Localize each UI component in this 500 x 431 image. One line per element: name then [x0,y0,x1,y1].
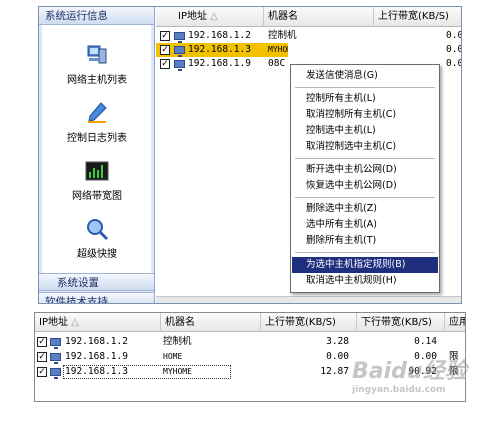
sidebar-item-bandwidth-chart[interactable]: 网络带宽图 [42,159,152,202]
host-manager-window: 系统运行信息 网络主机列表 控制日志列表 网络带宽图 超级快搜 系统设置 软件技… [38,6,462,304]
cell-name: 08C [268,58,286,69]
cell-upload: 12.87 [320,366,349,377]
cell-name: MYHOME [163,367,192,376]
computer-icon [174,60,185,71]
cell-upload: 0.0 [446,30,462,41]
cell-ip: 192.168.1.9 [188,58,251,69]
table-row-selected[interactable]: ✓ 192.168.1.3 MYHOME [156,43,288,57]
menu-separator [295,158,435,159]
sidebar-section-tech-support[interactable]: 软件技术支持 [39,292,154,303]
menu-item-assign-rule[interactable]: 为选中主机指定规则(B) [292,257,438,273]
context-menu: 发送信使消息(G) 控制所有主机(L) 取消控制所有主机(C) 控制选中主机(L… [290,64,440,293]
row-checkbox[interactable]: ✓ [37,337,47,347]
row-checkbox[interactable]: ✓ [160,59,170,69]
cell-name: MYHOME [268,45,288,54]
column-header-ip[interactable]: IP地址 △ [35,313,161,332]
column-header-upload[interactable]: 上行带宽(KB/S) [374,7,461,27]
sidebar-item-label: 控制日志列表 [67,133,127,144]
column-header-upload[interactable]: 上行带宽(KB/S) [261,313,357,332]
menu-item-send-message[interactable]: 发送信使消息(G) [292,68,438,84]
sidebar: 系统运行信息 网络主机列表 控制日志列表 网络带宽图 超级快搜 系统设置 软件技… [39,7,155,303]
sort-arrow-icon: △ [210,11,218,22]
menu-item-cancel-rule[interactable]: 取消选中主机规则(H) [292,273,438,289]
cell-upload: 0.0 [446,58,462,69]
sidebar-item-label: 网络带宽图 [72,191,122,202]
cell-ip: 192.168.1.2 [188,30,251,41]
cell-download: 0.14 [414,336,437,347]
menu-item-disconnect-internet[interactable]: 断开选中主机公网(D) [292,162,438,178]
pen-icon [88,102,107,123]
menu-item-restore-internet[interactable]: 恢复选中主机公网(D) [292,178,438,194]
cell-ip: 192.168.1.9 [65,351,128,362]
cell-ip: 192.168.1.3 [188,44,251,55]
computer-icon [174,32,185,43]
menu-item-uncontrol-all[interactable]: 取消控制所有主机(C) [292,107,438,123]
menu-separator [295,87,435,88]
column-header-download[interactable]: 下行带宽(KB/S) [357,313,445,332]
watermark-title: Baidu经验 [352,359,467,384]
sidebar-nav: 网络主机列表 控制日志列表 网络带宽图 超级快搜 [42,25,151,273]
baidu-watermark: Baidu经验 jingyan.baidu.com [352,360,472,410]
cell-upload: 0.00 [326,351,349,362]
sidebar-item-control-log[interactable]: 控制日志列表 [42,101,152,144]
column-header-name[interactable]: 机器名 [264,7,374,27]
menu-item-uncontrol-selected[interactable]: 取消控制选中主机(C) [292,139,438,155]
column-header-ip[interactable]: IP地址 △ [156,7,264,27]
row-checkbox[interactable]: ✓ [160,31,170,41]
sidebar-item-label: 网络主机列表 [67,75,127,86]
computer-icon [50,338,61,349]
row-checkbox[interactable]: ✓ [37,352,47,362]
horizontal-scrollbar[interactable] [156,296,461,303]
row-checkbox[interactable]: ✓ [37,367,47,377]
watermark-url: jingyan.baidu.com [352,385,446,395]
menu-separator [295,197,435,198]
cell-upload: 0.0 [446,44,462,55]
sidebar-item-super-search[interactable]: 超级快搜 [42,217,152,260]
column-header-app[interactable]: 应用 [445,313,465,332]
menu-item-control-selected[interactable]: 控制选中主机(L) [292,123,438,139]
sidebar-section-system-settings[interactable]: 系统设置 [39,273,154,291]
sort-arrow-icon: △ [71,317,79,328]
computer-icon [174,46,185,57]
bandwidth-chart-icon [85,161,109,181]
menu-item-delete-all[interactable]: 删除所有主机(T) [292,233,438,249]
sidebar-item-label: 超级快搜 [77,249,117,260]
cell-name: 控制机 [268,30,297,41]
row-checkbox[interactable]: ✓ [160,45,170,55]
menu-item-select-all[interactable]: 选中所有主机(A) [292,217,438,233]
cell-name: 控制机 [163,336,192,347]
menu-item-delete-selected[interactable]: 删除选中主机(Z) [292,201,438,217]
cell-ip: 192.168.1.3 [65,366,128,377]
computer-icon [50,368,61,379]
column-header-name[interactable]: 机器名 [161,313,261,332]
computer-icon [87,45,107,64]
table-row[interactable]: ✓ 192.168.1.2 控制机 3.28 0.14 [35,335,465,349]
sidebar-item-host-list[interactable]: 网络主机列表 [42,43,152,86]
cell-ip: 192.168.1.2 [65,336,128,347]
sidebar-header: 系统运行信息 [39,7,154,25]
table-row-upload: 0.0 [446,43,462,57]
cell-name: HOME [163,352,183,361]
computer-icon [50,353,61,364]
cell-upload: 3.28 [326,336,349,347]
table-row[interactable]: ✓ 192.168.1.2 控制机 0.0 [156,29,462,43]
menu-separator [295,252,435,253]
magnifier-icon [87,219,109,241]
menu-item-control-all[interactable]: 控制所有主机(L) [292,91,438,107]
